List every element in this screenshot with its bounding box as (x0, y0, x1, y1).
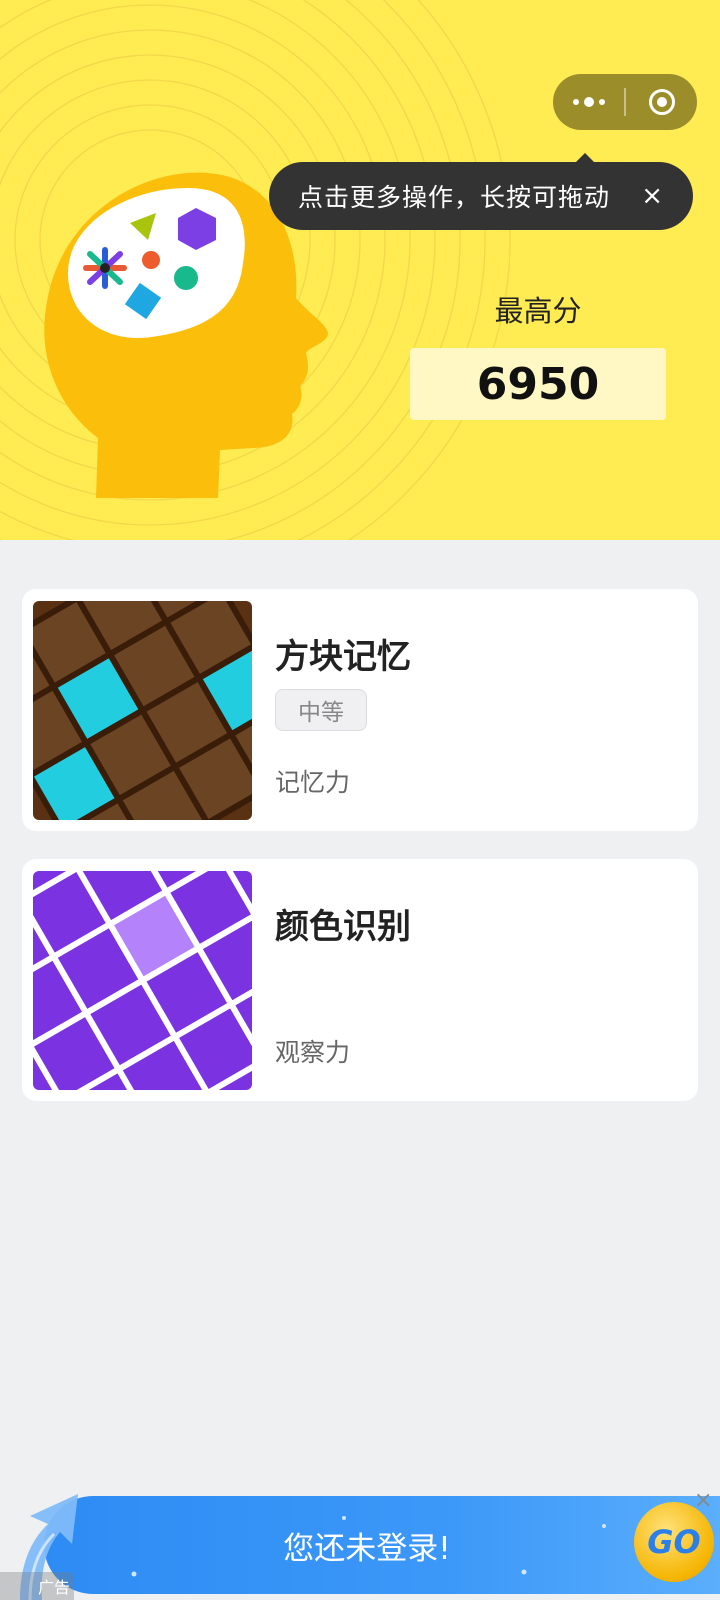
best-score-value: 6950 (410, 348, 666, 420)
game-skill: 记忆力 (275, 768, 351, 797)
game-card-block-memory[interactable]: 方块记忆 中等 记忆力 (22, 589, 698, 831)
more-button[interactable] (553, 74, 624, 130)
tooltip-close-icon[interactable]: × (641, 162, 663, 230)
ad-close-icon[interactable]: × (694, 1488, 712, 1513)
go-button[interactable]: GO (634, 1502, 714, 1582)
game-title: 方块记忆 (275, 637, 411, 677)
color-recognition-thumbnail (33, 871, 252, 1090)
capsule-tooltip: 点击更多操作，长按可拖动 × (269, 153, 693, 230)
game-card-color-recognition[interactable]: 颜色识别 观察力 (22, 859, 698, 1101)
hero-banner: 点击更多操作，长按可拖动 × 最高分 6950 (0, 0, 720, 540)
difficulty-badge: 中等 (275, 689, 367, 731)
best-score-label: 最高分 (494, 294, 582, 328)
ad-label: 广告 (0, 1572, 74, 1600)
close-mini-program-button[interactable] (626, 74, 697, 130)
mini-program-capsule (553, 74, 697, 130)
block-memory-thumbnail (33, 601, 252, 820)
more-dots-icon (572, 97, 605, 107)
target-close-icon (648, 89, 675, 115)
login-prompt-text: 您还未登录! (283, 1530, 451, 1567)
game-title: 颜色识别 (275, 907, 411, 947)
game-skill: 观察力 (275, 1038, 351, 1067)
login-ad-banner[interactable]: 您还未登录! (44, 1496, 720, 1594)
tooltip-text: 点击更多操作，长按可拖动 (298, 183, 611, 212)
tooltip-arrow (575, 153, 595, 163)
